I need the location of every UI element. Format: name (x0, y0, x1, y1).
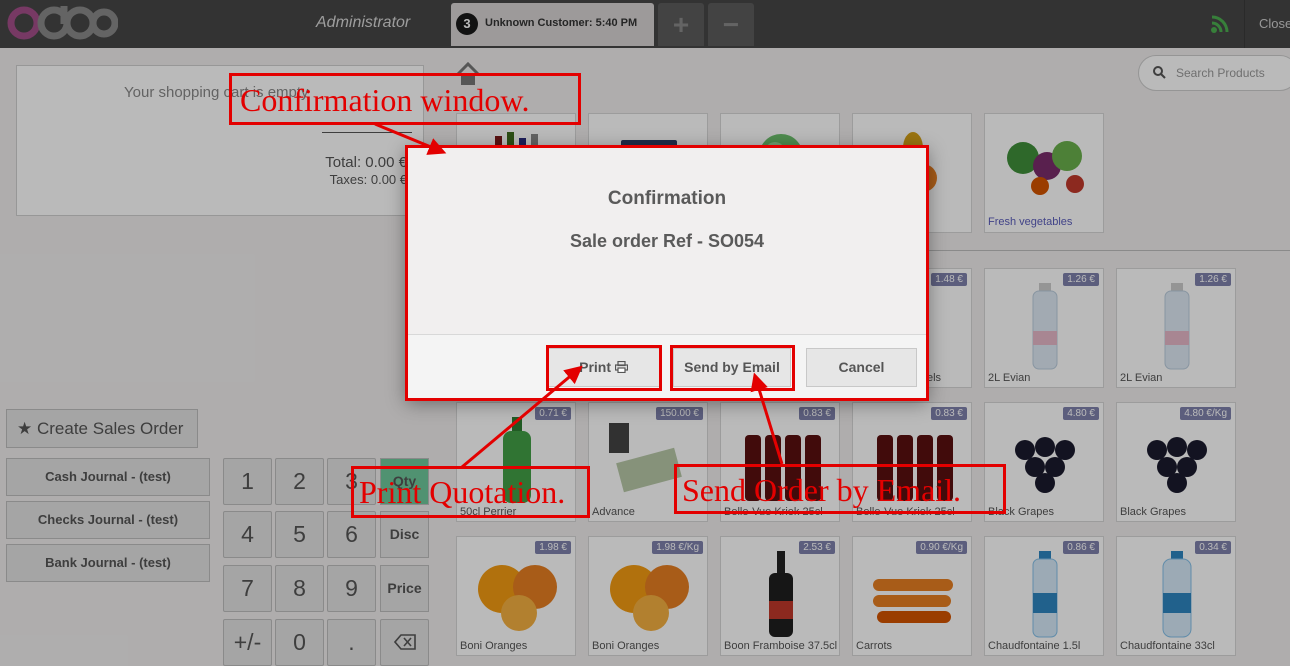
arrow-to-email (750, 372, 784, 465)
annotation-arrows (374, 122, 784, 469)
arrow-to-print (461, 365, 583, 469)
arrow-to-dialog (374, 122, 447, 155)
